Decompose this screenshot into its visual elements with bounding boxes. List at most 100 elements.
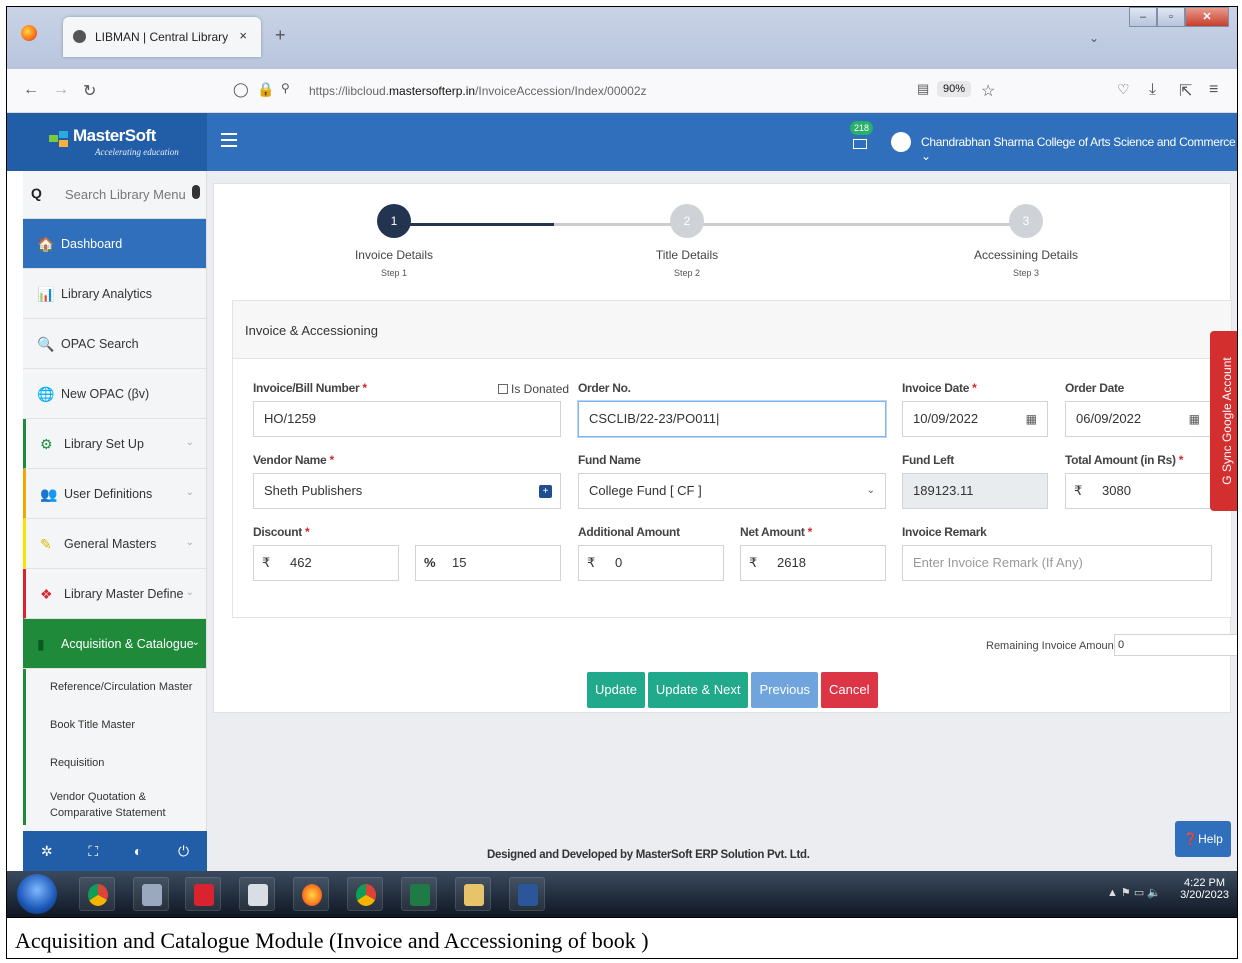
calendar-icon[interactable]: ▦	[1189, 402, 1200, 436]
forward-arrow-icon[interactable]: →	[53, 81, 69, 99]
sidebar-item-general-masters[interactable]: ✎ General Masters ⌄	[23, 519, 206, 569]
cancel-button[interactable]: Cancel	[821, 672, 878, 708]
hamburger-menu-icon[interactable]	[221, 133, 237, 147]
sidebar-item-library-master-define[interactable]: ❖ Library Master Define ⌄	[23, 569, 206, 619]
system-tray-icons[interactable]: ▲ ⚑ ▭ 🔈	[1107, 886, 1161, 899]
reader-view-icon[interactable]: ▤	[917, 81, 929, 97]
add-vendor-icon[interactable]: +	[539, 485, 552, 498]
minimize-icon[interactable]: –	[1129, 7, 1157, 27]
step-3-sub: Step 3	[1012, 268, 1040, 278]
sync-google-account-button[interactable]: G Sync Google Account	[1210, 331, 1237, 511]
mail-icon[interactable]	[853, 139, 867, 149]
submenu-item-book-title-master[interactable]: Book Title Master	[23, 707, 206, 745]
submenu-item-reference-circulation[interactable]: Reference/Circulation Master	[23, 669, 206, 707]
sidebar-item-acquisition-catalogue[interactable]: ▮ Acquisition & Catalogue ⌄	[23, 619, 206, 669]
chevron-down-icon: ⌄	[921, 149, 931, 163]
brand-tagline: Accelerating education	[95, 147, 179, 157]
chrome-profile-taskbar-icon[interactable]	[347, 877, 383, 911]
previous-button[interactable]: Previous	[751, 672, 819, 708]
vendor-input[interactable]: Sheth Publishers +	[253, 473, 561, 509]
clock-date: 3/20/2023	[1180, 889, 1229, 901]
discount-amount-value: 462	[290, 555, 312, 570]
submenu-item-vendor-quotation[interactable]: Vendor Quotation & Comparative Statement	[23, 783, 206, 825]
invoice-date-input[interactable]: 10/09/2022 ▦	[902, 401, 1048, 437]
invoice-remark-input[interactable]: Enter Invoice Remark (If Any)	[902, 545, 1212, 581]
permissions-icon[interactable]: ⚲	[281, 81, 290, 95]
chrome-taskbar-icon[interactable]	[79, 877, 115, 911]
file-explorer-taskbar-icon[interactable]	[455, 877, 491, 911]
window-close-icon[interactable]: ✕	[1185, 7, 1229, 27]
start-button-icon[interactable]	[17, 874, 57, 914]
reload-icon[interactable]: ↻	[83, 81, 96, 101]
menu-icon[interactable]: ≡	[1209, 81, 1218, 99]
net-amount-input[interactable]: ₹2618	[740, 545, 886, 581]
wizard-card: 1 2 3 Invoice Details Step 1 Title Detai…	[213, 183, 1237, 713]
firefox-taskbar-icon[interactable]	[293, 877, 329, 911]
checkbox-icon[interactable]	[498, 384, 508, 394]
theme-toggle-icon[interactable]: ◐	[134, 843, 142, 859]
sidebar-item-library-setup[interactable]: ⚙ Library Set Up ⌄	[23, 419, 206, 469]
paint-taskbar-icon[interactable]	[133, 877, 169, 911]
order-no-input[interactable]: CSCLIB/22-23/PO011|	[578, 401, 886, 437]
settings-icon[interactable]: ✲	[41, 843, 53, 860]
total-amount-input[interactable]: ₹3080	[1065, 473, 1211, 509]
sidebar-item-library-analytics[interactable]: 📊 Library Analytics	[23, 269, 206, 319]
step-1-circle[interactable]: 1	[377, 204, 411, 238]
step-1-title: Invoice Details	[354, 248, 434, 262]
caption-text: Acquisition and Catalogue Module (Invoic…	[15, 928, 649, 953]
zoom-level[interactable]: 90%	[937, 81, 972, 97]
action-buttons: Update Update & Next Previous Cancel	[587, 672, 881, 708]
clock[interactable]: 4:22 PM 3/20/2023	[1180, 877, 1229, 901]
order-date-input[interactable]: 06/09/2022 ▦	[1065, 401, 1211, 437]
bookmark-star-icon[interactable]: ☆	[981, 81, 995, 101]
pocket-icon[interactable]: ♡	[1117, 81, 1130, 98]
help-button[interactable]: ❓Help	[1175, 821, 1231, 857]
share-icon[interactable]: ⇱	[1179, 81, 1192, 101]
nic-taskbar-icon[interactable]	[239, 877, 275, 911]
is-donated-checkbox[interactable]: Is Donated	[498, 382, 569, 396]
new-tab-button[interactable]: +	[275, 25, 286, 46]
shield-icon[interactable]: ◯	[233, 81, 249, 98]
college-selector[interactable]: Chandrabhan Sharma College of Arts Scien…	[921, 135, 1237, 163]
maximize-icon[interactable]: ▫	[1157, 7, 1185, 27]
pdf-taskbar-icon[interactable]	[185, 877, 221, 911]
lock-icon[interactable]: 🔒	[257, 81, 274, 98]
invoice-number-input[interactable]: HO/1259	[253, 401, 561, 437]
edit-icon: ✎	[40, 536, 52, 552]
step-pending-line	[554, 223, 1026, 226]
bar-chart-icon: 📊	[37, 286, 55, 302]
fullscreen-icon[interactable]: ⛶	[88, 843, 98, 860]
update-button[interactable]: Update	[587, 672, 645, 708]
sidebar-search[interactable]: Q Search Library Menu	[23, 171, 206, 219]
chevron-down-icon: ⌄	[866, 485, 875, 496]
screenshot-frame: LIBMAN | Central Library × + ⌄ – ▫ ✕ ← →…	[6, 6, 1238, 959]
browser-tab[interactable]: LIBMAN | Central Library ×	[63, 17, 261, 57]
excel-taskbar-icon[interactable]	[401, 877, 437, 911]
sidebar-item-new-opac[interactable]: 🌐 New OPAC (βv)	[23, 369, 206, 419]
discount-amount-input[interactable]: ₹462	[253, 545, 399, 581]
list-tabs-icon[interactable]: ⌄	[1089, 31, 1099, 45]
sidebar-item-opac-search[interactable]: 🔍 OPAC Search	[23, 319, 206, 369]
search-icon: Q	[31, 185, 42, 201]
sidebar-item-user-definitions[interactable]: 👥 User Definitions ⌄	[23, 469, 206, 519]
step-2-circle[interactable]: 2	[670, 204, 704, 238]
remaining-amount-input[interactable]: 0	[1114, 634, 1237, 656]
user-avatar[interactable]	[891, 132, 911, 152]
download-icon[interactable]: ⤓	[1149, 81, 1156, 99]
discount-percent-input[interactable]: % 15	[415, 545, 561, 581]
submenu-item-requisition[interactable]: Requisition	[23, 745, 206, 783]
back-arrow-icon[interactable]: ←	[23, 81, 39, 99]
calendar-icon[interactable]: ▦	[1026, 402, 1037, 436]
update-next-button[interactable]: Update & Next	[647, 672, 749, 708]
sidebar-item-dashboard[interactable]: 🏠 Dashboard	[23, 219, 206, 269]
power-icon[interactable]: ⏻	[178, 843, 189, 860]
tab-close-icon[interactable]: ×	[239, 28, 247, 43]
url-bar[interactable]: ◯ 🔒 ⚲ https://libcloud.mastersofterp.in/…	[229, 78, 999, 104]
search-input[interactable]: Search Library Menu	[65, 187, 186, 202]
microphone-icon[interactable]	[192, 185, 200, 199]
fund-name-select[interactable]: College Fund [ CF ] ⌄	[578, 473, 886, 509]
word-taskbar-icon[interactable]	[509, 877, 545, 911]
step-3-circle[interactable]: 3	[1009, 204, 1043, 238]
additional-amount-input[interactable]: ₹0	[578, 545, 724, 581]
brand-logo[interactable]: MasterSoft Accelerating education	[7, 113, 207, 171]
